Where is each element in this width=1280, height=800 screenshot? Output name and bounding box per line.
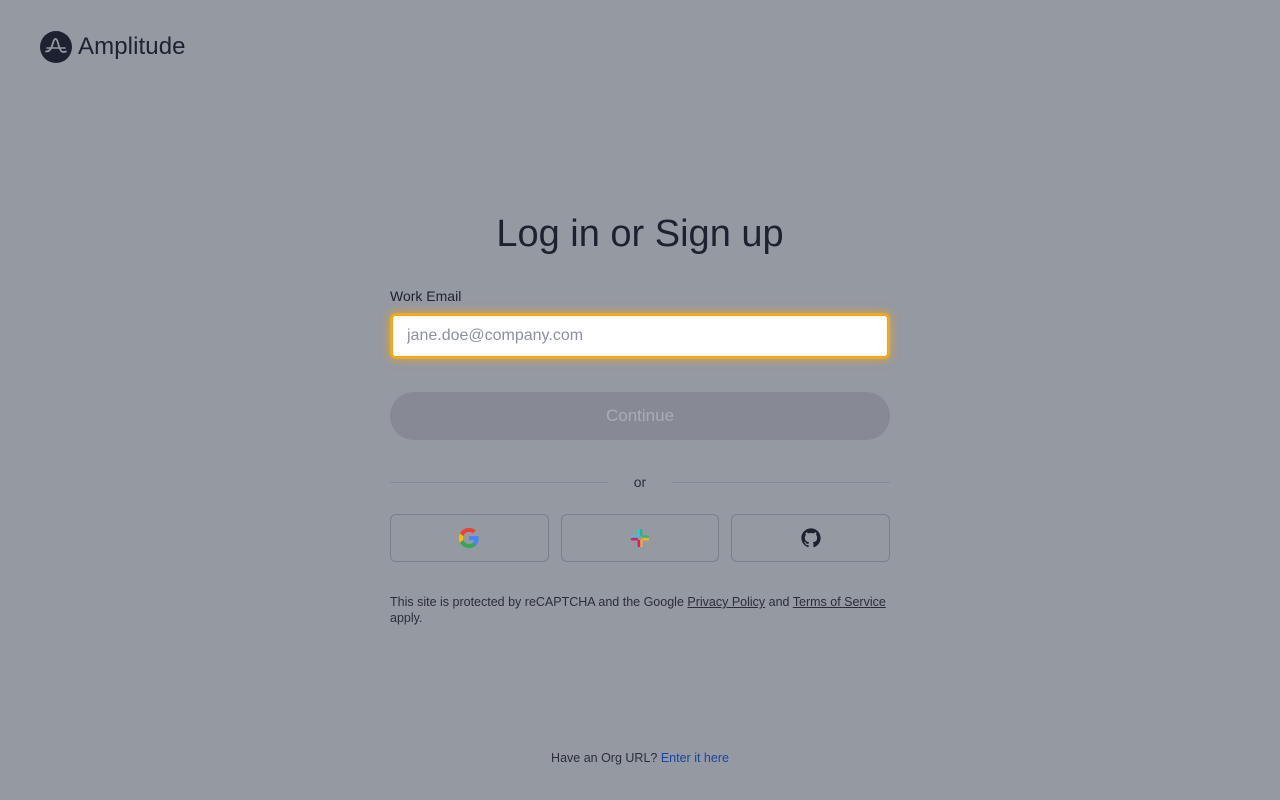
slack-icon [630, 528, 650, 548]
recaptcha-notice: This site is protected by reCAPTCHA and … [390, 594, 890, 626]
login-form: Log in or Sign up Work Email Continue or [390, 210, 891, 626]
privacy-policy-link[interactable]: Privacy Policy [687, 595, 765, 609]
github-sso-button[interactable] [731, 514, 891, 562]
enter-org-url-link[interactable]: Enter it here [661, 751, 729, 765]
legal-prefix: This site is protected by reCAPTCHA and … [390, 595, 688, 609]
legal-and: and [765, 595, 793, 609]
slack-sso-button[interactable] [560, 514, 720, 562]
org-url-text: Have an Org URL? [551, 751, 658, 765]
or-divider: or [390, 472, 890, 492]
org-url-prompt: Have an Org URL? Enter it here [0, 751, 1280, 765]
brand-name: Amplitude [78, 33, 186, 60]
divider-text: or [633, 474, 647, 490]
continue-button[interactable]: Continue [390, 392, 890, 440]
sso-buttons [390, 514, 891, 562]
email-field-wrapper [390, 313, 890, 359]
login-page: Amplitude Log in or Sign up Work Email C… [0, 0, 1280, 800]
google-sso-button[interactable] [390, 514, 549, 562]
github-icon [801, 528, 821, 548]
amplitude-logo[interactable]: Amplitude [40, 31, 186, 63]
email-input[interactable] [393, 316, 887, 356]
terms-of-service-link[interactable]: Terms of Service [793, 595, 886, 609]
page-title: Log in or Sign up [496, 213, 784, 255]
legal-suffix: apply. [390, 611, 423, 625]
amplitude-logo-icon [40, 31, 72, 63]
email-label: Work Email [390, 288, 462, 304]
divider-line-left [390, 481, 608, 483]
google-icon [459, 527, 480, 549]
divider-line-right [672, 481, 890, 483]
